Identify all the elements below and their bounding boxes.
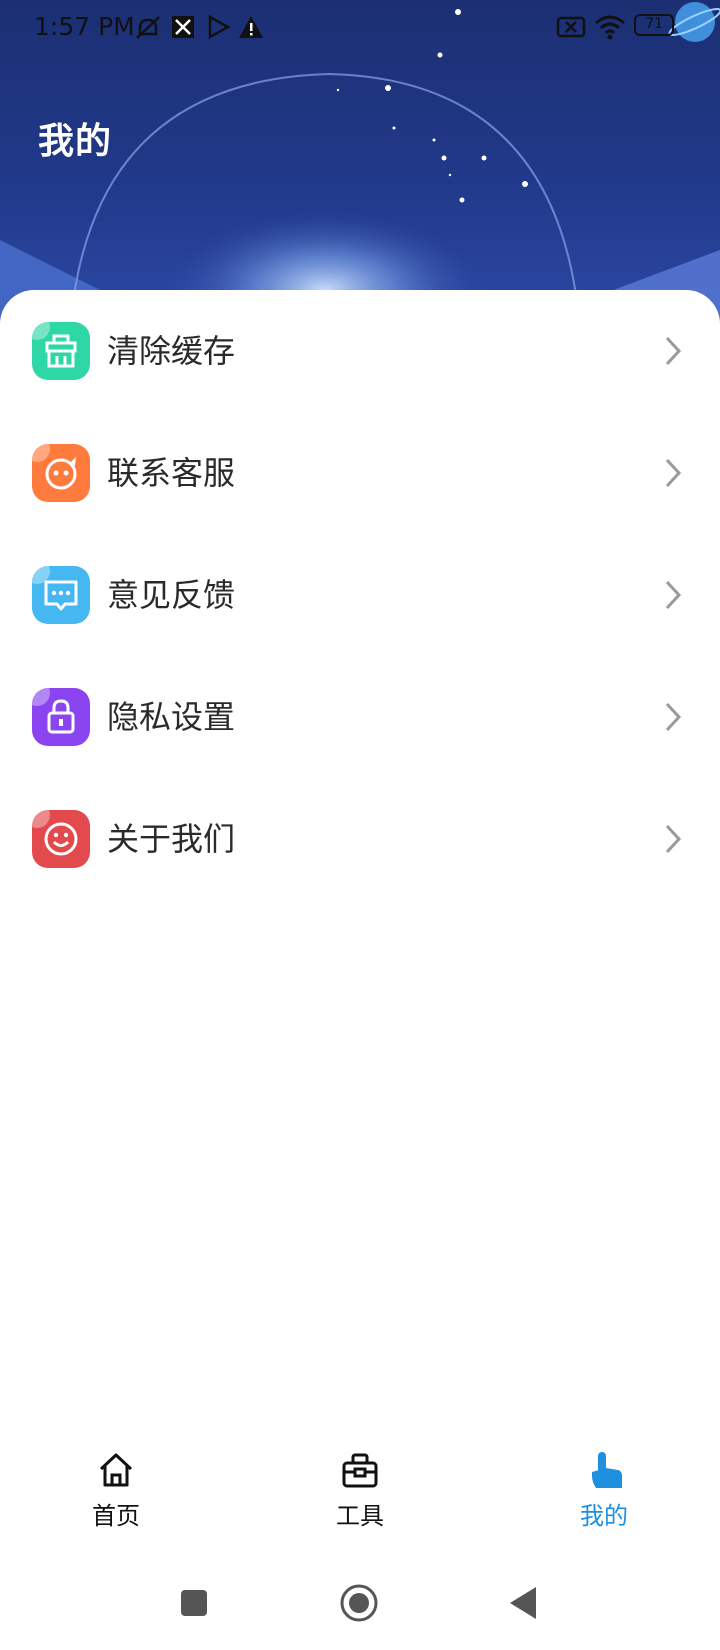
smile-icon	[32, 810, 90, 868]
home-icon	[99, 1453, 133, 1487]
menu-item-label: 意见反馈	[107, 576, 236, 614]
system-navigation-bar	[0, 1550, 720, 1650]
warning-icon	[239, 16, 263, 38]
tab-mine[interactable]: 我的	[544, 1450, 664, 1540]
settings-menu: 清除缓存 联系客服 意见反馈 隐私设置 关于我们	[0, 290, 720, 900]
menu-item-privacy-settings[interactable]: 隐私设置	[0, 656, 720, 778]
header-banner: 1:57 PM 71 我的	[0, 0, 720, 330]
menu-item-label: 关于我们	[107, 820, 236, 858]
tab-tools[interactable]: 工具	[300, 1450, 420, 1540]
menu-item-clear-cache[interactable]: 清除缓存	[0, 290, 720, 412]
broom-icon	[32, 322, 90, 380]
menu-item-about-us[interactable]: 关于我们	[0, 778, 720, 900]
chevron-right-icon	[665, 580, 682, 610]
sim-off-icon	[556, 16, 586, 38]
chevron-right-icon	[665, 336, 682, 366]
tab-label: 工具	[336, 1502, 384, 1530]
chat-icon	[32, 566, 90, 624]
chevron-right-icon	[665, 702, 682, 732]
bottom-navigation: 首页 工具 我的	[0, 1430, 720, 1550]
battery-level: 71	[645, 16, 663, 32]
battery-icon: 71	[634, 14, 674, 36]
toolbox-icon	[342, 1453, 378, 1488]
menu-item-contact-service[interactable]: 联系客服	[0, 412, 720, 534]
status-time: 1:57 PM	[34, 12, 135, 41]
recent-apps-button[interactable]	[180, 1589, 208, 1617]
tab-label: 首页	[92, 1502, 140, 1530]
mute-icon	[136, 16, 160, 39]
back-button[interactable]	[508, 1586, 538, 1620]
content-card: 清除缓存 联系客服 意见反馈 隐私设置 关于我们	[0, 290, 720, 1430]
lock-icon	[32, 688, 90, 746]
play-icon	[208, 14, 231, 40]
home-button[interactable]	[339, 1583, 379, 1623]
menu-item-label: 联系客服	[107, 454, 236, 492]
app-notification-icon	[172, 16, 194, 38]
status-bar: 1:57 PM 71	[0, 0, 720, 56]
service-icon	[32, 444, 90, 502]
tab-label: 我的	[580, 1502, 628, 1530]
menu-item-label: 隐私设置	[107, 698, 236, 736]
menu-item-feedback[interactable]: 意见反馈	[0, 534, 720, 656]
tab-home[interactable]: 首页	[56, 1450, 176, 1540]
tap-hand-icon	[592, 1452, 622, 1488]
page-title: 我的	[38, 121, 113, 162]
wifi-icon	[595, 15, 625, 40]
chevron-right-icon	[665, 824, 682, 854]
chevron-right-icon	[665, 458, 682, 488]
menu-item-label: 清除缓存	[107, 332, 236, 370]
